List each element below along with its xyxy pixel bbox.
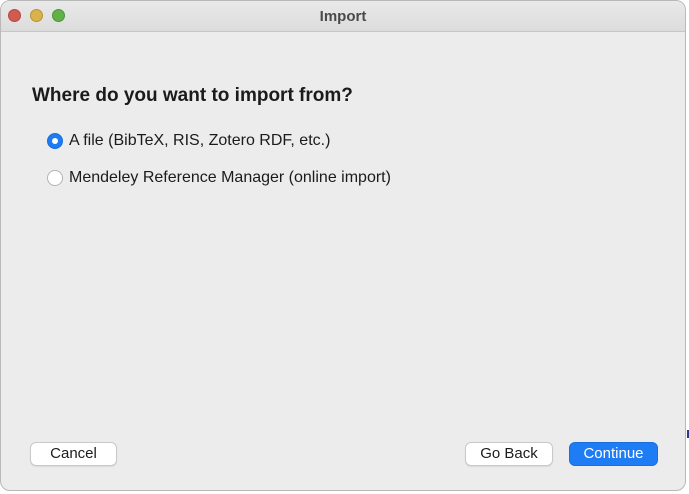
window-title: Import	[319, 8, 367, 25]
radio-selected-icon[interactable]	[47, 133, 63, 149]
cancel-button[interactable]: Cancel	[30, 442, 117, 466]
import-dialog-window: Import Where do you want to import from?…	[0, 0, 686, 491]
title-bar[interactable]: Import	[1, 1, 685, 32]
option-file-import[interactable]: A file (BibTeX, RIS, Zotero RDF, etc.)	[47, 130, 330, 152]
dialog-heading: Where do you want to import from?	[32, 85, 353, 106]
option-mendeley-import-label[interactable]: Mendeley Reference Manager (online impor…	[69, 169, 391, 187]
radio-unselected-icon[interactable]	[47, 170, 63, 186]
option-mendeley-import[interactable]: Mendeley Reference Manager (online impor…	[47, 167, 391, 189]
continue-button[interactable]: Continue	[569, 442, 658, 466]
option-file-import-label[interactable]: A file (BibTeX, RIS, Zotero RDF, etc.)	[69, 132, 330, 150]
go-back-button[interactable]: Go Back	[465, 442, 553, 466]
